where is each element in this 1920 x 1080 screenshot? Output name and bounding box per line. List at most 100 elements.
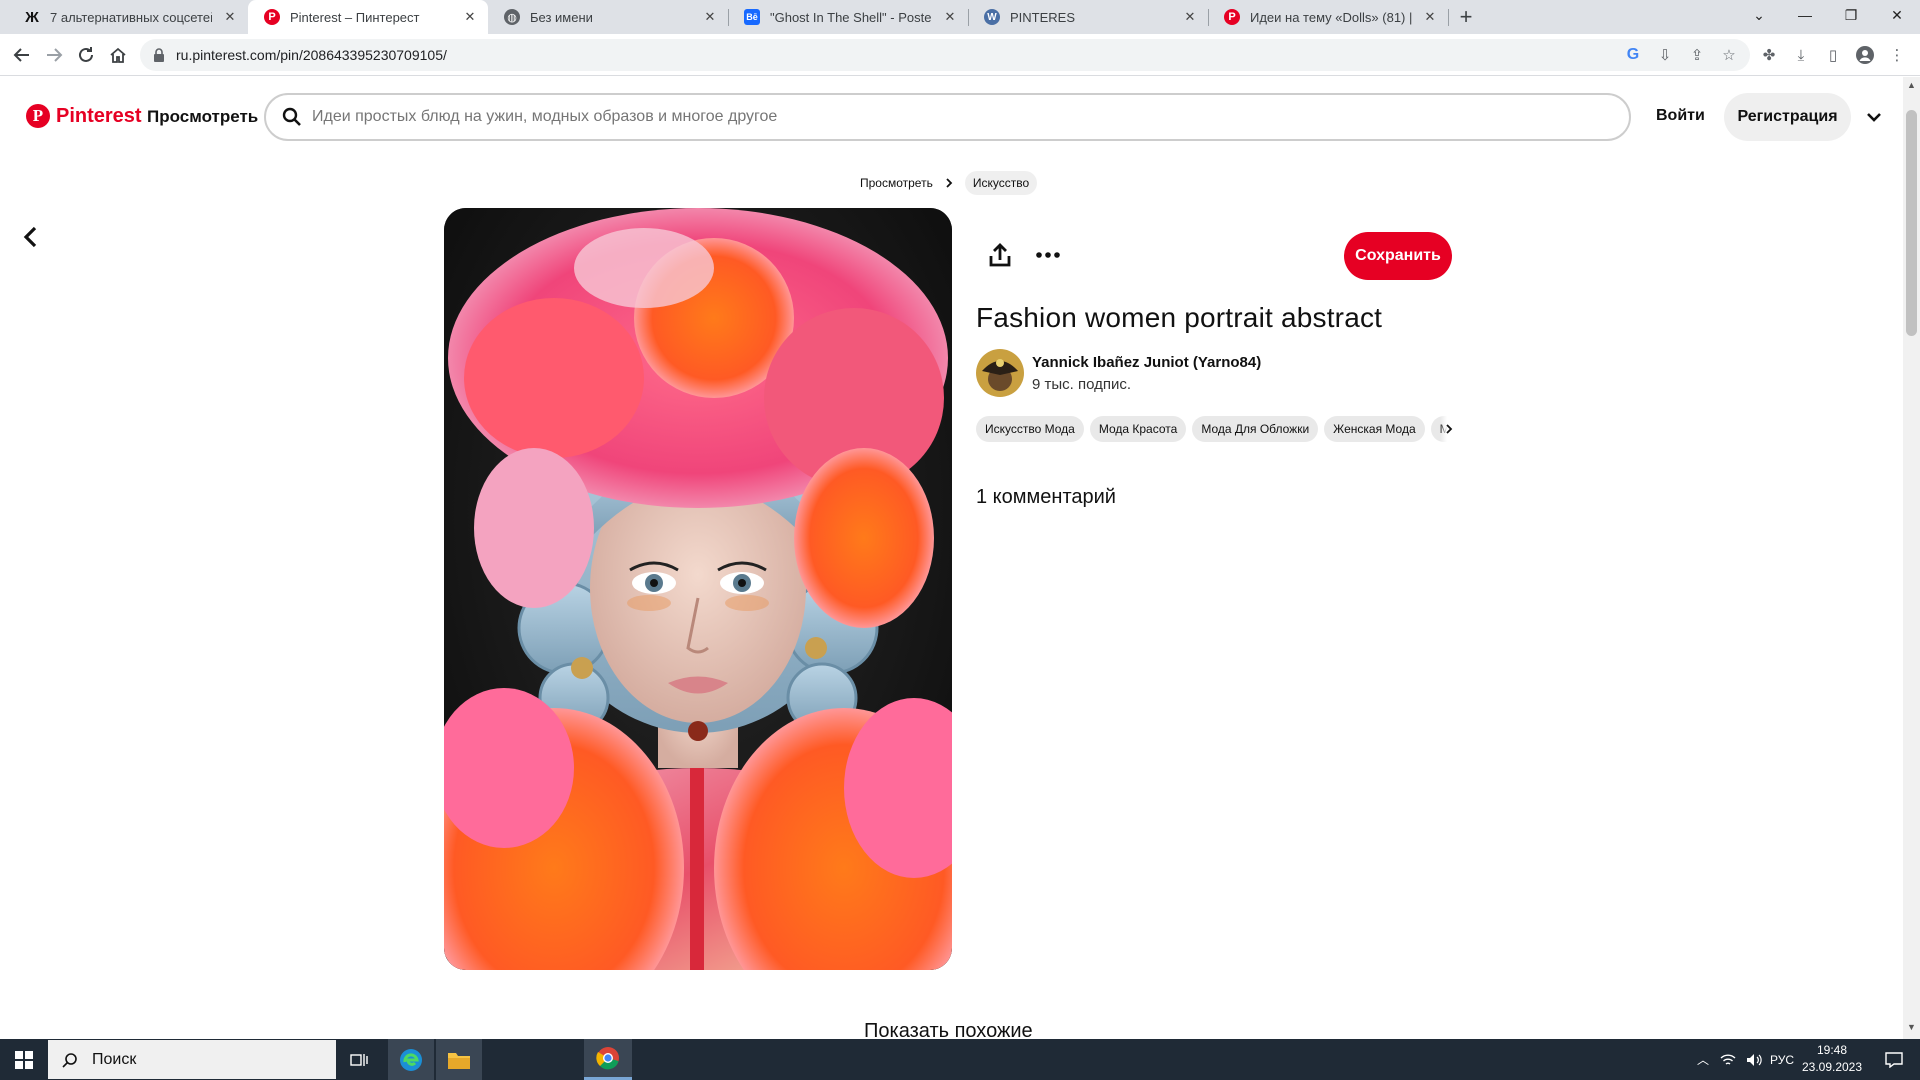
- tab-title: PINTERES: [1010, 9, 1076, 25]
- extensions-puzzle-icon[interactable]: ✤: [1756, 42, 1782, 68]
- chevron-right-icon: [946, 178, 953, 188]
- task-view-icon[interactable]: [336, 1039, 382, 1080]
- article-icon: Ж: [25, 8, 39, 26]
- url-text: ru.pinterest.com/pin/208643395230709105/: [176, 47, 447, 63]
- browse-link[interactable]: Просмотреть: [147, 107, 258, 127]
- follower-count: 9 тыс. подпис.: [1032, 376, 1132, 393]
- chevron-down-icon[interactable]: [1862, 105, 1886, 129]
- windows-start-icon[interactable]: [0, 1039, 48, 1080]
- reload-icon[interactable]: [72, 42, 100, 68]
- wordpress-icon: W: [984, 9, 1000, 25]
- file-explorer-icon[interactable]: [436, 1039, 482, 1080]
- tab-title: 7 альтернативных соцсетей для: [50, 9, 212, 25]
- bookmark-star-icon[interactable]: ☆: [1716, 42, 1742, 68]
- volume-icon[interactable]: [1742, 1039, 1766, 1080]
- author-name[interactable]: Yannick Ibañez Juniot (Yarno84): [1032, 354, 1261, 371]
- globe-icon: ◍: [504, 9, 520, 25]
- clock-date: 23.09.2023: [1801, 1060, 1863, 1074]
- language-indicator[interactable]: РУС: [1768, 1039, 1796, 1080]
- close-icon[interactable]: ✕: [1182, 9, 1198, 25]
- share-icon[interactable]: [985, 240, 1015, 270]
- search-icon: [62, 1052, 77, 1068]
- downloads-icon[interactable]: ⤓: [1788, 42, 1814, 68]
- edge-browser-icon[interactable]: [388, 1039, 434, 1080]
- breadcrumb: Просмотреть Искусство: [860, 171, 1038, 195]
- browser-menu-icon[interactable]: ⋮: [1884, 42, 1910, 68]
- back-arrow-icon[interactable]: [8, 42, 36, 68]
- tag-chip[interactable]: Искусство Мода: [976, 416, 1084, 442]
- pin-title: Fashion women portrait abstract: [976, 302, 1383, 333]
- forward-arrow-icon[interactable]: [40, 42, 68, 68]
- tray-chevron-up-icon[interactable]: ︿: [1692, 1039, 1714, 1080]
- tag-chip[interactable]: Мода Для Обложки: [1192, 416, 1319, 442]
- more-options-icon[interactable]: [1033, 240, 1063, 270]
- browser-tab[interactable]: Bē "Ghost In The Shell" - Poster Pos ✕: [728, 0, 968, 34]
- google-icon[interactable]: G: [1620, 42, 1646, 68]
- install-app-icon[interactable]: ⇩: [1652, 42, 1678, 68]
- search-input[interactable]: [312, 108, 1602, 126]
- new-tab-button[interactable]: +: [1452, 4, 1480, 30]
- tag-chip[interactable]: Женская Мода: [1324, 416, 1425, 442]
- minimize-button[interactable]: —: [1782, 0, 1828, 30]
- scroll-up-arrow-icon[interactable]: ▲: [1906, 80, 1917, 94]
- pin-image[interactable]: [444, 208, 952, 970]
- pinterest-icon: P: [1224, 9, 1240, 25]
- tab-search-chevron-icon[interactable]: ⌄: [1736, 0, 1782, 30]
- pinterest-icon: P: [264, 9, 280, 25]
- tab-title: Pinterest – Пинтерест: [290, 9, 420, 25]
- share-page-icon[interactable]: ⇪: [1684, 42, 1710, 68]
- chrome-browser-icon[interactable]: [584, 1039, 632, 1080]
- scrollbar-thumb[interactable]: [1906, 110, 1917, 336]
- close-icon[interactable]: ✕: [222, 9, 238, 25]
- tab-separator: [1448, 9, 1449, 26]
- comments-heading[interactable]: 1 комментарий: [976, 486, 1116, 509]
- author-avatar[interactable]: [976, 349, 1024, 397]
- browser-tab-strip: Ж 7 альтернативных соцсетей для ✕ P Pint…: [0, 0, 1920, 34]
- breadcrumb-current[interactable]: Искусство: [964, 171, 1038, 195]
- taskbar-search-box[interactable]: Поиск: [48, 1040, 336, 1079]
- restore-button[interactable]: ❐: [1828, 0, 1874, 30]
- logo-text: Pinterest: [56, 104, 142, 127]
- scroll-down-arrow-icon[interactable]: ▼: [1906, 1022, 1917, 1036]
- pin-image-artwork: [444, 208, 952, 970]
- breadcrumb-root[interactable]: Просмотреть: [860, 176, 933, 190]
- back-chevron-icon[interactable]: [18, 222, 44, 252]
- signup-button[interactable]: Регистрация: [1724, 93, 1851, 141]
- tag-chip[interactable]: Мода Красота: [1089, 416, 1187, 442]
- browser-tab-active[interactable]: P Pinterest – Пинтерест ✕: [248, 0, 488, 34]
- close-window-button[interactable]: ✕: [1874, 0, 1920, 30]
- side-panel-icon[interactable]: ▯: [1820, 42, 1846, 68]
- behance-icon: Bē: [744, 9, 760, 25]
- taskbar-search-label: Поиск: [92, 1050, 137, 1068]
- close-icon[interactable]: ✕: [702, 9, 718, 25]
- close-icon[interactable]: ✕: [942, 9, 958, 25]
- browser-tab[interactable]: W PINTERES ✕: [968, 0, 1208, 34]
- close-icon[interactable]: ✕: [462, 9, 478, 25]
- home-icon[interactable]: [104, 42, 132, 68]
- browser-tab[interactable]: Ж 7 альтернативных соцсетей для ✕: [8, 0, 248, 34]
- tags-scroll-right[interactable]: [1440, 416, 1458, 442]
- search-bar[interactable]: [264, 93, 1631, 141]
- profile-avatar-icon[interactable]: [1852, 42, 1878, 68]
- tab-title: Без имени: [530, 9, 593, 25]
- save-button[interactable]: Сохранить: [1344, 232, 1452, 280]
- windows-taskbar: Поиск ︿ РУС 19:48 23.09.2023: [0, 1039, 1920, 1080]
- pinterest-logo-icon: P: [26, 104, 50, 128]
- close-icon[interactable]: ✕: [1422, 9, 1438, 25]
- tag-list: Искусство Мода Мода Красота Мода Для Обл…: [976, 416, 1452, 442]
- notifications-icon[interactable]: [1872, 1039, 1916, 1080]
- login-button[interactable]: Войти: [1656, 107, 1705, 125]
- browser-tab[interactable]: ◍ Без имени ✕: [488, 0, 728, 34]
- wifi-icon[interactable]: [1716, 1039, 1740, 1080]
- browser-toolbar: ru.pinterest.com/pin/208643395230709105/…: [0, 34, 1920, 76]
- tab-title: "Ghost In The Shell" - Poster Pos: [770, 9, 932, 25]
- site-header: P Pinterest Просмотреть Войти Регистраци…: [0, 77, 1902, 157]
- address-bar[interactable]: ru.pinterest.com/pin/208643395230709105/: [140, 39, 1750, 71]
- clock-time: 19:48: [1816, 1043, 1848, 1057]
- lock-icon[interactable]: [152, 48, 166, 62]
- tab-title: Идеи на тему «Dolls» (81) | кукл: [1250, 9, 1412, 25]
- browser-tab[interactable]: P Идеи на тему «Dolls» (81) | кукл ✕: [1208, 0, 1448, 34]
- pinterest-logo[interactable]: P Pinterest: [26, 104, 142, 128]
- chevron-right-icon: [1446, 424, 1453, 434]
- system-clock[interactable]: 19:48 23.09.2023: [1796, 1042, 1868, 1076]
